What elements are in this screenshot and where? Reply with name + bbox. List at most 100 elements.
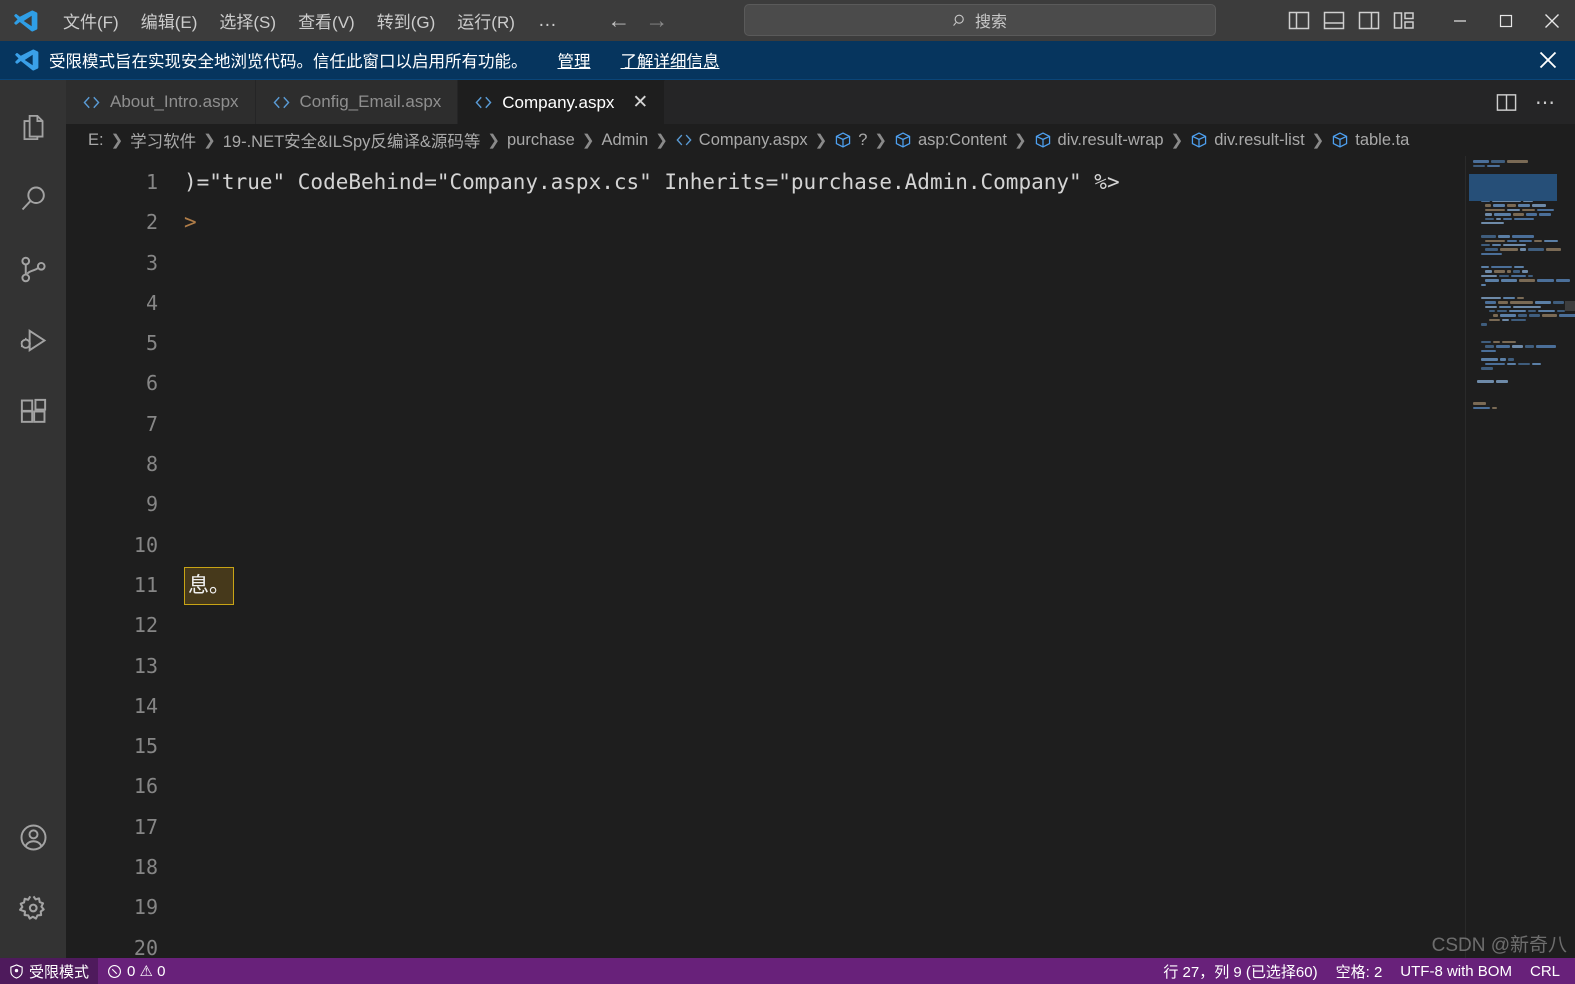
code-line[interactable] [178, 887, 1575, 927]
code-line[interactable] [178, 525, 1575, 565]
symbol-module-icon [1035, 132, 1050, 148]
search-placeholder: 搜索 [974, 14, 1007, 31]
code-line[interactable] [178, 404, 1575, 444]
menu-more-button[interactable]: … [526, 0, 571, 41]
customize-layout-icon[interactable] [1393, 11, 1415, 30]
minimap-line [1477, 340, 1517, 344]
breadcrumb-folder-4[interactable]: Admin [601, 131, 648, 150]
toggle-secondary-sidebar-icon[interactable] [1358, 11, 1380, 30]
minimap[interactable] [1465, 156, 1575, 958]
breadcrumb-folder-3[interactable]: purchase [507, 131, 575, 150]
line-number: 16 [133, 774, 158, 799]
editor-more-actions-button[interactable]: ⋯ [1529, 85, 1563, 119]
breadcrumb-folder-1[interactable]: 学习软件 [130, 128, 196, 152]
minimap-line [1485, 309, 1565, 313]
status-restricted-mode[interactable]: 受限模式 [0, 958, 99, 984]
symbol-module-icon [836, 132, 851, 148]
code-line[interactable] [178, 444, 1575, 484]
code-line[interactable]: )="true" CodeBehind="Company.aspx.cs" In… [178, 162, 1575, 202]
breadcrumb-file[interactable]: Company.aspx [675, 131, 808, 150]
status-indentation[interactable]: 空格: 2 [1327, 958, 1392, 984]
minimap-scrollbar-slider[interactable] [1565, 301, 1575, 311]
split-editor-icon [1496, 93, 1516, 111]
menu-view[interactable]: 查看(V) [287, 0, 366, 41]
status-problems[interactable]: 0 ⚠ 0 [98, 958, 174, 984]
breadcrumb-symbol-2[interactable]: div.result-wrap [1034, 131, 1164, 150]
find-match-highlight: 息。 [184, 566, 234, 605]
minimap-line [1477, 296, 1524, 300]
menu-selection[interactable]: 选择(S) [208, 0, 287, 41]
breadcrumb-drive[interactable]: E: [88, 131, 104, 150]
breadcrumb-symbol-3[interactable]: div.result-list [1190, 131, 1305, 150]
code-line[interactable] [178, 605, 1575, 645]
maximize-button[interactable] [1483, 0, 1529, 41]
banner-learn-more-link[interactable]: 了解详细信息 [621, 48, 720, 72]
menu-file[interactable]: 文件(F) [52, 0, 130, 41]
search-input[interactable]: 搜索 [744, 4, 1216, 36]
code-line[interactable] [178, 766, 1575, 806]
tab-about-intro[interactable]: About_Intro.aspx [66, 80, 256, 124]
breadcrumb-symbol-4[interactable]: table.ta [1331, 131, 1409, 150]
tab-close-button[interactable]: ✕ [632, 93, 648, 112]
go-back-icon[interactable]: ← [607, 7, 631, 34]
code-line[interactable] [178, 686, 1575, 726]
menu-edit[interactable]: 编辑(E) [130, 0, 209, 41]
tab-company[interactable]: Company.aspx ✕ [458, 80, 666, 124]
menu-go[interactable]: 转到(G) [366, 0, 447, 41]
code-line[interactable] [178, 928, 1575, 958]
status-bar-left: 受限模式 0 ⚠ 0 [0, 958, 174, 984]
symbol-module-icon [1333, 132, 1348, 148]
status-cursor-position[interactable]: 行 27，列 9 (已选择60) [1154, 958, 1326, 984]
files-icon [23, 114, 43, 141]
tab-label: Config_Email.aspx [299, 92, 442, 111]
activity-item-settings[interactable] [0, 873, 66, 944]
layout-toggles [1288, 11, 1415, 30]
minimap-line [1481, 301, 1565, 304]
line-number: 17 [133, 814, 158, 839]
code-line[interactable] [178, 847, 1575, 887]
code-line[interactable] [178, 363, 1575, 403]
code-line[interactable]: > [178, 202, 1575, 242]
editor-tab-actions: ⋯ [1489, 80, 1575, 124]
minimap-line [1477, 221, 1504, 225]
code-line[interactable] [178, 243, 1575, 283]
breadcrumb-symbol-0[interactable]: ? [834, 131, 867, 150]
minimap-line [1477, 323, 1488, 326]
minimap-line [1481, 208, 1554, 212]
banner-close-button[interactable] [1535, 47, 1561, 73]
code-line[interactable] [178, 484, 1575, 524]
banner-manage-link[interactable]: 管理 [558, 48, 591, 72]
activity-item-search[interactable] [0, 163, 66, 234]
gear-icon [18, 895, 45, 920]
activity-item-source-control[interactable] [0, 234, 66, 305]
source-control-icon [20, 256, 46, 283]
code-line[interactable]: 息。 [178, 565, 1575, 605]
minimap-line [1477, 252, 1502, 256]
status-eol[interactable]: CRL [1521, 958, 1569, 984]
activity-item-explorer[interactable] [0, 92, 66, 163]
html-file-icon [475, 96, 492, 109]
code-line[interactable] [178, 807, 1575, 847]
tab-config-email[interactable]: Config_Email.aspx [255, 80, 459, 124]
breadcrumb-separator: ❯ [874, 132, 887, 149]
close-window-button[interactable] [1529, 0, 1575, 41]
activity-item-extensions[interactable] [0, 376, 66, 447]
status-encoding[interactable]: UTF-8 with BOM [1391, 958, 1521, 984]
menu-run[interactable]: 运行(R) [446, 0, 526, 41]
code-editor[interactable]: 1 2 3 4 5 6 7 8 9 10 11 12 13 14 15 16 17 18 19 20 )="true"… [66, 156, 1575, 958]
minimize-button[interactable] [1437, 0, 1483, 41]
code-line[interactable] [178, 646, 1575, 686]
toggle-panel-icon[interactable] [1323, 11, 1345, 30]
toggle-primary-sidebar-icon[interactable] [1288, 11, 1310, 30]
code-line[interactable] [178, 283, 1575, 323]
line-number: 20 [133, 935, 158, 958]
activity-item-run-debug[interactable] [0, 305, 66, 376]
split-editor-button[interactable] [1489, 85, 1523, 119]
code-line[interactable] [178, 323, 1575, 363]
activity-item-accounts[interactable] [0, 802, 66, 873]
breadcrumb-folder-2[interactable]: 19-.NET安全&ILSpy反编译&源码等 [223, 128, 481, 152]
code-content[interactable]: )="true" CodeBehind="Company.aspx.cs" In… [178, 156, 1575, 958]
breadcrumb-symbol-1[interactable]: asp:Content [894, 131, 1007, 150]
code-line[interactable] [178, 726, 1575, 766]
go-forward-icon[interactable]: → [645, 7, 669, 34]
